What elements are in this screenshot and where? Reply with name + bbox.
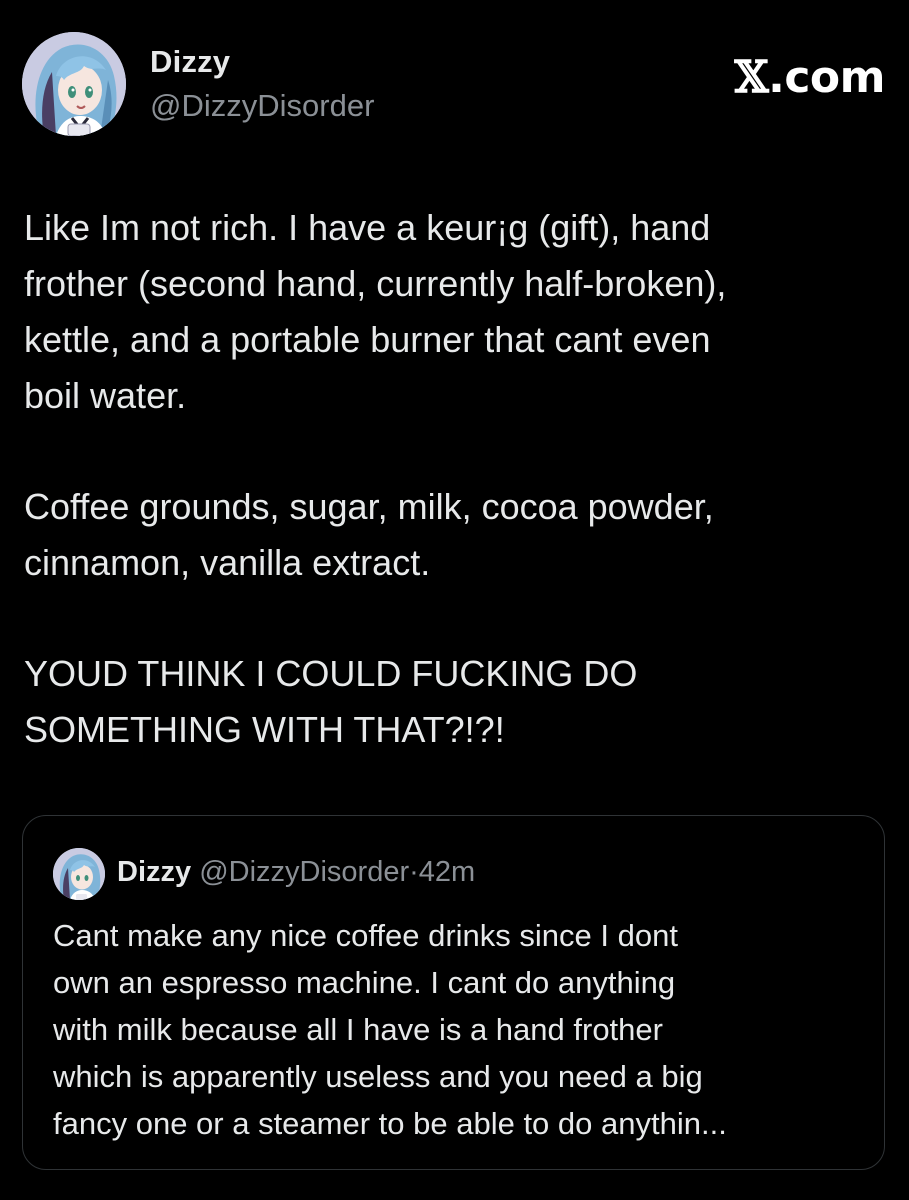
- post-paragraph: Like Im not rich. I have a keur¡g (gift)…: [24, 207, 727, 416]
- quoted-author-name: Dizzy: [117, 856, 192, 888]
- anime-avatar-icon: [22, 32, 126, 136]
- quoted-author-avatar: [53, 848, 105, 900]
- anime-avatar-icon: [53, 848, 105, 900]
- quoted-post-header: Dizzy @DizzyDisorder·42m: [53, 848, 853, 900]
- quoted-author-handle: @DizzyDisorder: [199, 856, 410, 888]
- quoted-post-time: 42m: [418, 856, 476, 888]
- post-header: Dizzy @DizzyDisorder 𝕏.com: [22, 30, 887, 140]
- x-logo-glyph: 𝕏: [734, 52, 769, 103]
- quoted-post-text: Cant make any nice coffee drinks since I…: [53, 918, 727, 1141]
- quoted-post-meta: Dizzy @DizzyDisorder·42m: [117, 856, 475, 889]
- author-name[interactable]: Dizzy: [150, 44, 230, 80]
- site-domain: .com: [768, 52, 885, 103]
- post-paragraph: YOUD THINK I COULD FUCKING DO SOMETHING …: [24, 653, 638, 750]
- author-handle[interactable]: @DizzyDisorder: [150, 88, 374, 124]
- quoted-post-card[interactable]: Dizzy @DizzyDisorder·42m Cant make any n…: [22, 815, 885, 1170]
- author-avatar[interactable]: [22, 32, 126, 136]
- post-text: Like Im not rich. I have a keur¡g (gift)…: [24, 200, 884, 813]
- meta-separator: ·: [409, 856, 419, 888]
- post-paragraph: Coffee grounds, sugar, milk, cocoa powde…: [24, 486, 714, 583]
- x-logo-icon: 𝕏.com: [734, 52, 885, 103]
